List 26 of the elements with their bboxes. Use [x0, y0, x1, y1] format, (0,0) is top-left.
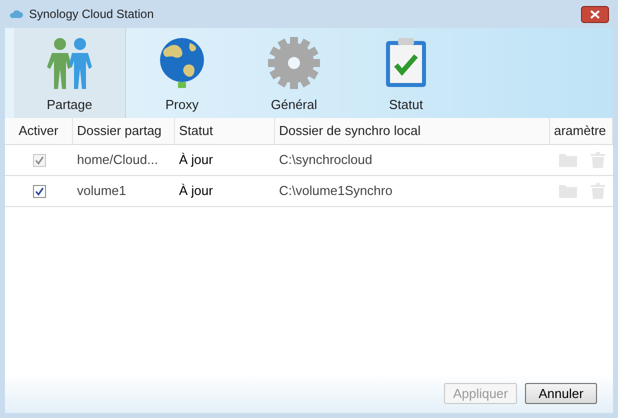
column-header[interactable]: Statut [175, 118, 275, 144]
close-icon [590, 10, 600, 18]
toolbar-tab[interactable]: Proxy [126, 28, 238, 118]
close-button[interactable] [581, 6, 609, 22]
toolbar-tab[interactable]: Partage [14, 28, 126, 118]
toolbar-tab[interactable]: Général [238, 28, 350, 118]
shared-folder-text: home/Cloud... [77, 152, 158, 168]
column-header[interactable]: Dossier partag [73, 118, 175, 144]
enable-checkbox[interactable] [32, 184, 46, 198]
column-header[interactable]: aramètre [550, 118, 613, 144]
shared-folder-text: volume1 [77, 183, 126, 198]
trash-icon[interactable] [590, 151, 606, 169]
status-text: À jour [179, 183, 213, 198]
folder-icon[interactable] [558, 152, 578, 168]
window-title: Synology Cloud Station [29, 6, 154, 23]
cloud-icon [9, 9, 23, 19]
local-folder-text: C:\volume1Synchro [279, 183, 392, 198]
column-header[interactable]: Dossier de synchro local [275, 118, 550, 144]
trash-icon[interactable] [590, 182, 606, 200]
column-header[interactable]: Activer [5, 118, 73, 144]
local-folder-text: C:\synchrocloud [279, 152, 372, 168]
status-text: À jour [179, 152, 213, 168]
folder-icon[interactable] [558, 183, 578, 199]
cancel-button[interactable]: Annuler [525, 382, 597, 404]
gear-icon [266, 34, 322, 90]
toolbar-tab[interactable]: Statut [350, 28, 462, 118]
